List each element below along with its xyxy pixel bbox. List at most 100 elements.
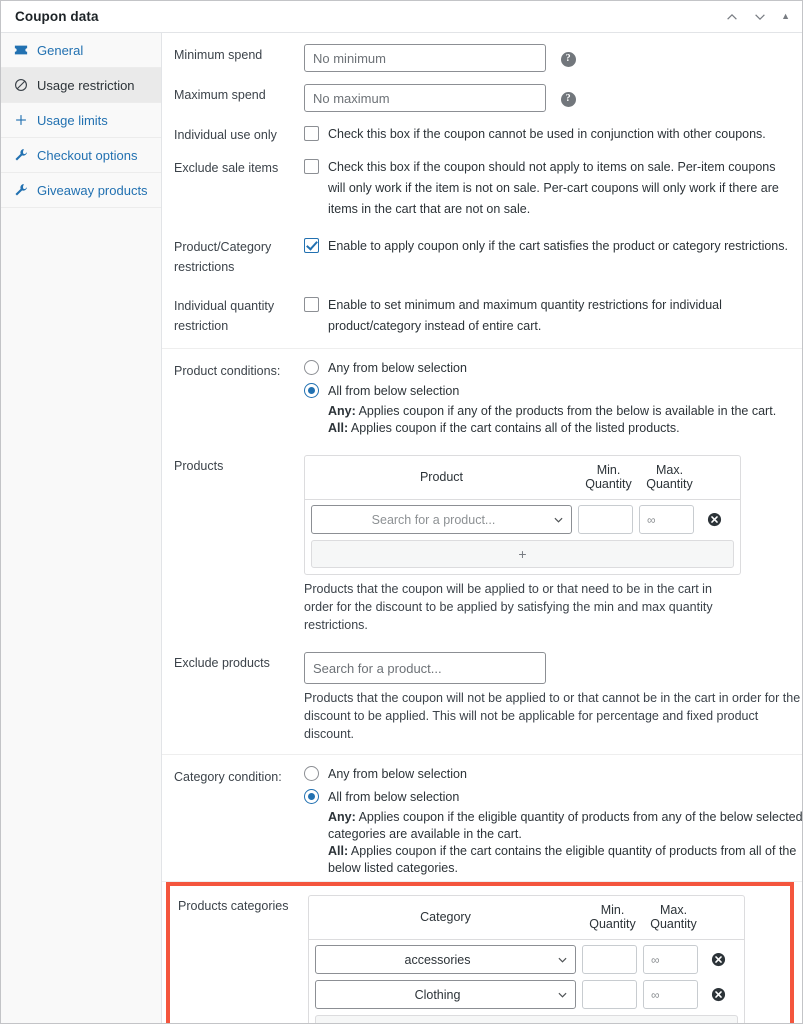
delete-circle-icon [711, 952, 725, 967]
cat-note-any-text: Applies coupon if the eligible quantity … [328, 810, 802, 841]
individual-quantity-restriction-label: Individual quantity restriction [174, 299, 275, 333]
exclude-products-input[interactable] [304, 652, 546, 684]
delete-circle-icon [711, 987, 725, 1002]
radio-all-products[interactable] [304, 383, 319, 398]
ticket-icon [13, 43, 28, 58]
products-column-min-l1: Min. [596, 463, 621, 477]
product-category-restrictions-label: Product/Category restrictions [174, 240, 272, 274]
note-all-strong: All: [328, 421, 349, 435]
coupon-data-tabs: General Usage restriction Usage limits C… [1, 33, 162, 1023]
remove-product-row-button[interactable] [694, 512, 734, 527]
product-categories-group: Products categories Category Min. Quanti… [162, 881, 802, 1023]
minimum-spend-label: Minimum spend [174, 48, 263, 62]
add-category-row-button[interactable]: + [315, 1015, 738, 1023]
product-category-restrictions-checkbox[interactable] [304, 238, 319, 253]
sidebar-item-general[interactable]: General [1, 33, 161, 68]
sidebar-item-label: Giveaway products [37, 182, 148, 198]
sidebar-item-usage-limits[interactable]: Usage limits [1, 103, 161, 138]
wrench-icon [13, 148, 28, 163]
table-row: Clothing ∞ [315, 980, 738, 1009]
note-any-strong: Any: [328, 404, 356, 418]
radio-all-categories-label: All from below selection [328, 789, 460, 804]
product-conditions-option-all[interactable]: All from below selection [304, 383, 794, 398]
remove-category-row-button[interactable] [698, 987, 738, 1002]
product-categories-table-header: Category Min. Quantity Max. Quantity [309, 896, 744, 940]
coupon-data-panel: Coupon data ▲ General Usage restriction … [0, 0, 803, 1024]
category-condition-option-any[interactable]: Any from below selection [304, 766, 794, 781]
sidebar-item-label: Usage limits [37, 112, 108, 128]
product-categories-table-body: accessories ∞ Clothing ∞ [309, 940, 744, 1023]
move-down-icon[interactable] [753, 10, 767, 24]
panel-header-actions: ▲ [725, 10, 790, 24]
individual-use-label: Individual use only [174, 128, 277, 142]
product-categories-table: Category Min. Quantity Max. Quantity acc… [308, 895, 745, 1023]
move-up-icon[interactable] [725, 10, 739, 24]
product-conditions-option-any[interactable]: Any from below selection [304, 360, 794, 375]
category-select[interactable]: Clothing [315, 980, 576, 1009]
category-max-quantity-input[interactable]: ∞ [643, 980, 698, 1009]
cat-note-all-strong: All: [328, 844, 349, 858]
radio-any-categories[interactable] [304, 766, 319, 781]
products-label: Products [174, 459, 224, 473]
chevron-down-icon [558, 957, 567, 963]
product-conditions-group: Product conditions: Any from below selec… [162, 349, 802, 755]
product-conditions-note: Any: Applies coupon if any of the produc… [304, 403, 794, 437]
products-column-max-l1: Max. [655, 463, 684, 477]
categories-column-category: Category [420, 910, 471, 924]
sidebar-item-checkout-options[interactable]: Checkout options [1, 138, 161, 173]
product-select[interactable]: Search for a product... [311, 505, 572, 534]
individual-quantity-restriction-checkbox[interactable] [304, 297, 319, 312]
products-description: Products that the coupon will be applied… [304, 582, 713, 632]
chevron-down-icon [558, 992, 567, 998]
category-select-value: Clothing [414, 987, 461, 1002]
product-category-restrictions-text: Enable to apply coupon only if the cart … [328, 239, 788, 253]
category-condition-row: Category condition: Any from below selec… [174, 766, 802, 877]
individual-use-text: Check this box if the coupon cannot be u… [328, 127, 766, 141]
coupon-data-content: Minimum spend ? Maximum spend ? Individu… [162, 33, 802, 1023]
radio-all-categories[interactable] [304, 789, 319, 804]
product-conditions-label: Product conditions: [174, 364, 281, 378]
category-select[interactable]: accessories [315, 945, 576, 974]
category-condition-option-all[interactable]: All from below selection [304, 789, 794, 804]
remove-category-row-button[interactable] [698, 952, 738, 967]
categories-column-max-l2: Quantity [650, 917, 697, 931]
minimum-spend-input[interactable] [304, 44, 546, 72]
toggle-panel-icon[interactable]: ▲ [781, 12, 790, 21]
product-select-value: Search for a product... [371, 512, 496, 527]
usage-restriction-group: Minimum spend ? Maximum spend ? Individu… [162, 33, 802, 349]
add-product-row-button[interactable]: + [311, 540, 734, 568]
radio-all-products-label: All from below selection [328, 383, 460, 398]
sidebar-item-label: Usage restriction [37, 77, 135, 93]
sidebar-item-label: General [37, 42, 84, 58]
individual-use-checkbox[interactable] [304, 126, 319, 141]
category-min-quantity-input[interactable] [582, 945, 637, 974]
categories-column-actions [704, 896, 744, 939]
sidebar-item-usage-restriction[interactable]: Usage restriction [1, 68, 161, 103]
product-max-quantity-input[interactable]: ∞ [639, 505, 694, 534]
category-condition-note: Any: Applies coupon if the eligible quan… [304, 809, 802, 877]
wrench-icon [13, 183, 28, 198]
exclude-sale-items-checkbox[interactable] [304, 159, 319, 174]
maximum-spend-input[interactable] [304, 84, 546, 112]
products-column-actions [700, 456, 740, 499]
individual-quantity-restriction-row: Individual quantity restriction Enable t… [174, 295, 794, 337]
products-row: Products Product Min. Quantity Max. Quan… [174, 455, 794, 634]
categories-column-max-quantity: Max. Quantity [643, 896, 704, 939]
radio-any-products[interactable] [304, 360, 319, 375]
table-row: Search for a product... ∞ [311, 505, 734, 534]
sidebar-item-label: Checkout options [37, 147, 138, 163]
cat-note-all-text: Applies coupon if the cart contains the … [328, 844, 797, 875]
exclude-sale-items-text: Check this box if the coupon should not … [328, 160, 779, 216]
maximum-spend-help-icon[interactable]: ? [560, 91, 576, 107]
product-min-quantity-input[interactable] [578, 505, 633, 534]
sidebar-item-giveaway-products[interactable]: Giveaway products [1, 173, 161, 208]
block-icon [13, 78, 28, 93]
exclude-products-label: Exclude products [174, 656, 270, 670]
products-column-max-quantity: Max. Quantity [639, 456, 700, 499]
cat-note-any-strong: Any: [328, 810, 356, 824]
minimum-spend-help-icon[interactable]: ? [560, 51, 576, 67]
category-max-quantity-input[interactable]: ∞ [643, 945, 698, 974]
plus-cross-icon [13, 113, 28, 128]
panel-body: General Usage restriction Usage limits C… [1, 33, 802, 1023]
category-min-quantity-input[interactable] [582, 980, 637, 1009]
